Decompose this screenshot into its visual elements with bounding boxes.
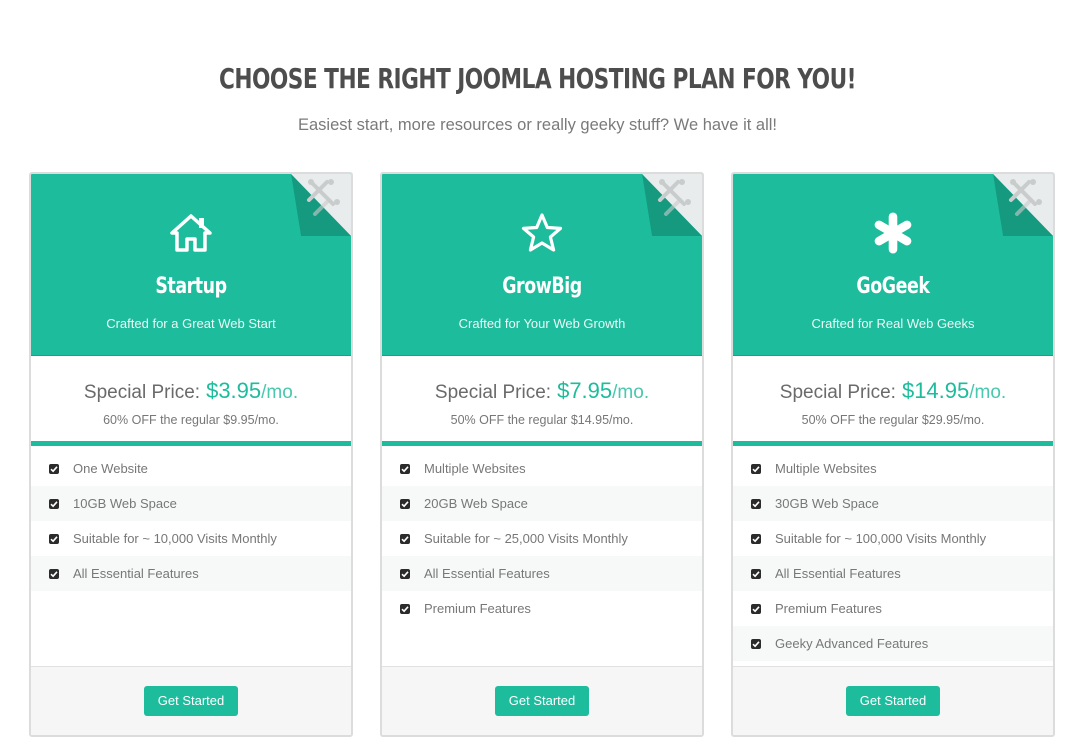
feature-label: Premium Features bbox=[424, 601, 531, 616]
price-line: Special Price: $3.95/mo. bbox=[31, 378, 351, 404]
feature-label: 20GB Web Space bbox=[424, 496, 528, 511]
checkbox-checked-icon bbox=[49, 533, 59, 544]
feature-row: Multiple Websites bbox=[382, 451, 702, 486]
price-unit: /mo. bbox=[612, 382, 650, 403]
feature-label: 30GB Web Space bbox=[775, 496, 879, 511]
feature-row: Suitable for ~ 10,000 Visits Monthly bbox=[31, 521, 351, 556]
asterisk-icon bbox=[733, 210, 1053, 256]
feature-row: Geeky Advanced Features bbox=[733, 626, 1053, 661]
feature-row: All Essential Features bbox=[382, 556, 702, 591]
feature-row: 20GB Web Space bbox=[382, 486, 702, 521]
price-label: Special Price: bbox=[779, 382, 896, 403]
price-note: 50% OFF the regular $14.95/mo. bbox=[450, 413, 634, 427]
feature-label: Suitable for ~ 100,000 Visits Monthly bbox=[775, 531, 987, 546]
checkbox-checked-icon bbox=[751, 568, 761, 579]
star-icon bbox=[382, 210, 702, 256]
feature-label: All Essential Features bbox=[73, 566, 199, 581]
page-title: CHOOSE THE RIGHT JOOMLA HOSTING PLAN FOR… bbox=[218, 62, 857, 95]
feature-row: All Essential Features bbox=[733, 556, 1053, 591]
checkbox-checked-icon bbox=[49, 498, 59, 509]
feature-row: Suitable for ~ 25,000 Visits Monthly bbox=[382, 521, 702, 556]
price-label: Special Price: bbox=[83, 382, 201, 403]
feature-label: Suitable for ~ 10,000 Visits Monthly bbox=[73, 531, 277, 546]
plan-header: GoGeek Crafted for Real Web Geeks bbox=[733, 174, 1053, 356]
price-line: Special Price: $7.95/mo. bbox=[382, 378, 702, 404]
checkbox-checked-icon bbox=[751, 463, 761, 474]
plan-header: Startup Crafted for a Great Web Start bbox=[31, 174, 351, 356]
price-box: Special Price: $14.95/mo. 50% OFF the reg… bbox=[733, 356, 1053, 446]
checkbox-checked-icon bbox=[751, 603, 761, 614]
feature-row: Premium Features bbox=[733, 591, 1053, 626]
plan-card-gogeek: GoGeek Crafted for Real Web Geeks Specia… bbox=[731, 172, 1055, 737]
plan-card-growbig: GrowBig Crafted for Your Web Growth Spec… bbox=[380, 172, 704, 737]
feature-row: Multiple Websites bbox=[733, 451, 1053, 486]
price-amount: $14.95 bbox=[901, 378, 970, 403]
feature-label: All Essential Features bbox=[424, 566, 550, 581]
price-amount: $7.95 bbox=[557, 378, 613, 403]
checkbox-checked-icon bbox=[400, 533, 410, 544]
price-unit: /mo. bbox=[969, 382, 1007, 403]
plan-name: GoGeek bbox=[856, 274, 930, 299]
plan-footer: Get Started bbox=[382, 666, 702, 735]
feature-label: All Essential Features bbox=[775, 566, 901, 581]
plan-card-startup: Startup Crafted for a Great Web Start Sp… bbox=[29, 172, 353, 737]
checkbox-checked-icon bbox=[400, 603, 410, 614]
checkbox-checked-icon bbox=[751, 638, 761, 649]
feature-row: All Essential Features bbox=[31, 556, 351, 591]
plan-header: GrowBig Crafted for Your Web Growth bbox=[382, 174, 702, 356]
plan-footer: Get Started bbox=[31, 666, 351, 735]
plan-name: Startup bbox=[155, 274, 227, 299]
feature-label: Geeky Advanced Features bbox=[775, 636, 929, 651]
feature-label: Multiple Websites bbox=[775, 461, 877, 476]
feature-label: Premium Features bbox=[775, 601, 882, 616]
price-unit: /mo. bbox=[261, 382, 299, 403]
feature-list: One Website 10GB Web Space Suitable for ~ … bbox=[31, 451, 351, 591]
price-box: Special Price: $7.95/mo. 50% OFF the regu… bbox=[382, 356, 702, 446]
feature-list: Multiple Websites 30GB Web Space Suitable … bbox=[733, 451, 1053, 661]
get-started-button[interactable]: Get Started bbox=[845, 686, 941, 716]
feature-label: Suitable for ~ 25,000 Visits Monthly bbox=[424, 531, 628, 546]
page-subtitle: Easiest start, more resources or really … bbox=[297, 116, 777, 134]
checkbox-checked-icon bbox=[751, 498, 761, 509]
plan-name: GrowBig bbox=[502, 274, 582, 299]
price-note: 60% OFF the regular $9.95/mo. bbox=[103, 413, 279, 427]
feature-row: 10GB Web Space bbox=[31, 486, 351, 521]
price-box: Special Price: $3.95/mo. 60% OFF the regu… bbox=[31, 356, 351, 446]
checkbox-checked-icon bbox=[49, 568, 59, 579]
feature-label: 10GB Web Space bbox=[73, 496, 177, 511]
checkbox-checked-icon bbox=[400, 463, 410, 474]
checkbox-checked-icon bbox=[400, 568, 410, 579]
checkbox-checked-icon bbox=[400, 498, 410, 509]
checkbox-checked-icon bbox=[49, 463, 59, 474]
feature-row: 30GB Web Space bbox=[733, 486, 1053, 521]
feature-row: Premium Features bbox=[382, 591, 702, 626]
feature-list: Multiple Websites 20GB Web Space Suitable … bbox=[382, 451, 702, 626]
checkbox-checked-icon bbox=[751, 533, 761, 544]
feature-label: One Website bbox=[73, 461, 148, 476]
price-label: Special Price: bbox=[434, 382, 552, 403]
feature-row: Suitable for ~ 100,000 Visits Monthly bbox=[733, 521, 1053, 556]
get-started-button[interactable]: Get Started bbox=[143, 686, 239, 716]
feature-row: One Website bbox=[31, 451, 351, 486]
price-amount: $3.95 bbox=[206, 378, 262, 403]
plan-footer: Get Started bbox=[733, 666, 1053, 735]
plan-tagline: Crafted for a Great Web Start bbox=[106, 316, 276, 331]
plan-tagline: Crafted for Real Web Geeks bbox=[811, 316, 975, 331]
plan-tagline: Crafted for Your Web Growth bbox=[458, 316, 626, 331]
price-line: Special Price: $14.95/mo. bbox=[733, 378, 1053, 404]
home-icon bbox=[31, 210, 351, 256]
get-started-button[interactable]: Get Started bbox=[494, 686, 590, 716]
price-note: 50% OFF the regular $29.95/mo. bbox=[801, 413, 985, 427]
feature-label: Multiple Websites bbox=[424, 461, 526, 476]
